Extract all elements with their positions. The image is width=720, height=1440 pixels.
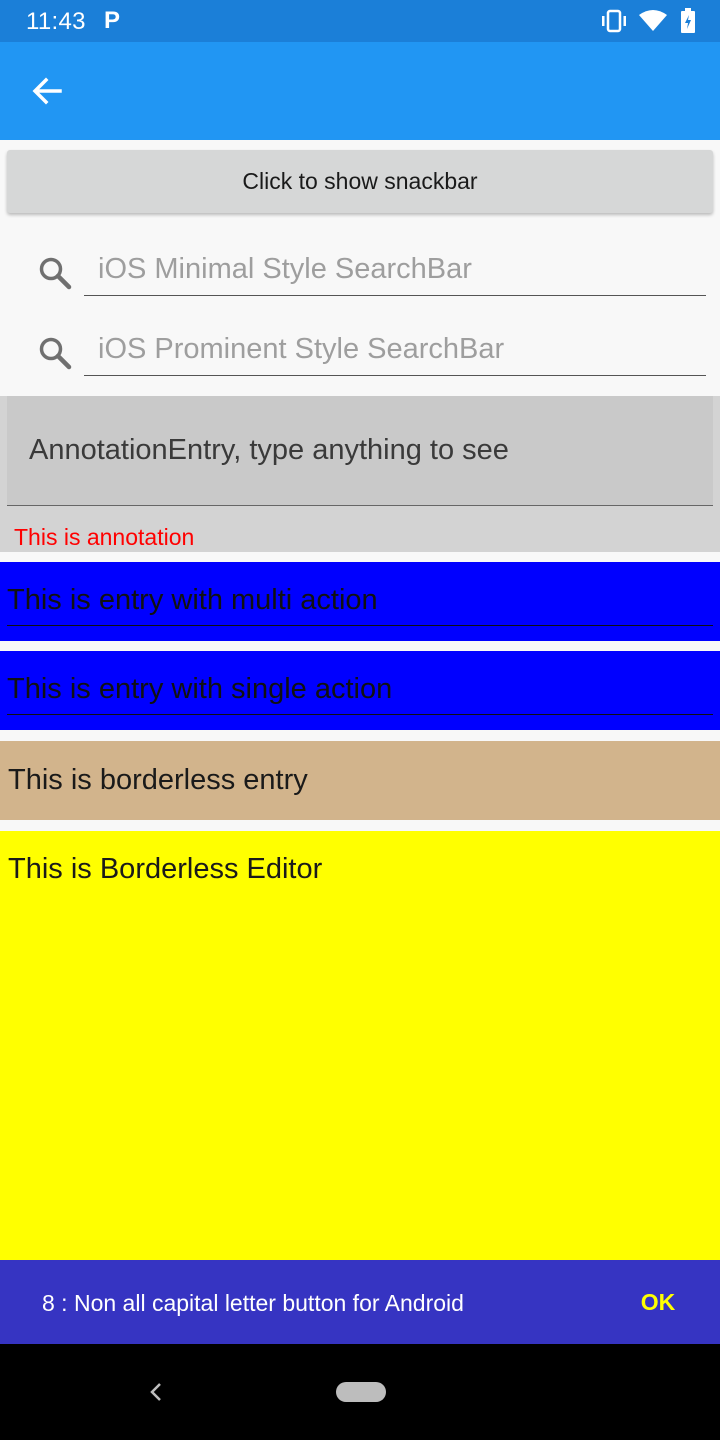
snackbar-message: 8 : Non all capital letter button for An… (42, 1290, 464, 1316)
vibrate-icon (602, 9, 626, 33)
show-snackbar-button[interactable]: Click to show snackbar (7, 150, 713, 213)
minimal-searchbar (0, 230, 720, 310)
arrow-back-icon[interactable] (26, 70, 68, 112)
prominent-search-input[interactable] (84, 324, 706, 376)
snackbar-ok-button[interactable]: OK (624, 1280, 692, 1324)
single-action-entry-input[interactable] (7, 665, 713, 715)
multi-action-entry (0, 562, 720, 641)
search-icon (39, 337, 72, 370)
battery-icon (681, 8, 695, 33)
multi-action-entry-input[interactable] (7, 576, 713, 626)
prominent-searchbar (0, 310, 720, 390)
annotation-entry-box (7, 396, 713, 506)
borderless-editor (0, 831, 720, 1261)
borderless-editor-textarea[interactable] (0, 831, 720, 1261)
minimal-search-input[interactable] (84, 244, 706, 296)
navigation-bar (0, 1344, 720, 1440)
nav-back-icon[interactable] (144, 1380, 168, 1404)
annotation-text: This is annotation (14, 524, 195, 550)
annotation-entry-input[interactable] (7, 396, 713, 505)
status-bar: 11:43 P (0, 0, 720, 42)
notification-p-icon: P (104, 7, 121, 34)
borderless-entry (0, 741, 720, 820)
app-bar (0, 42, 720, 140)
status-time: 11:43 (26, 8, 86, 35)
search-icon (39, 257, 72, 290)
single-action-entry (0, 651, 720, 730)
wifi-icon (639, 10, 667, 31)
snackbar: 8 : Non all capital letter button for An… (0, 1260, 720, 1344)
borderless-entry-input[interactable] (8, 755, 714, 805)
home-pill-icon[interactable] (336, 1382, 386, 1402)
annotation-entry-container: This is annotation (0, 396, 720, 552)
